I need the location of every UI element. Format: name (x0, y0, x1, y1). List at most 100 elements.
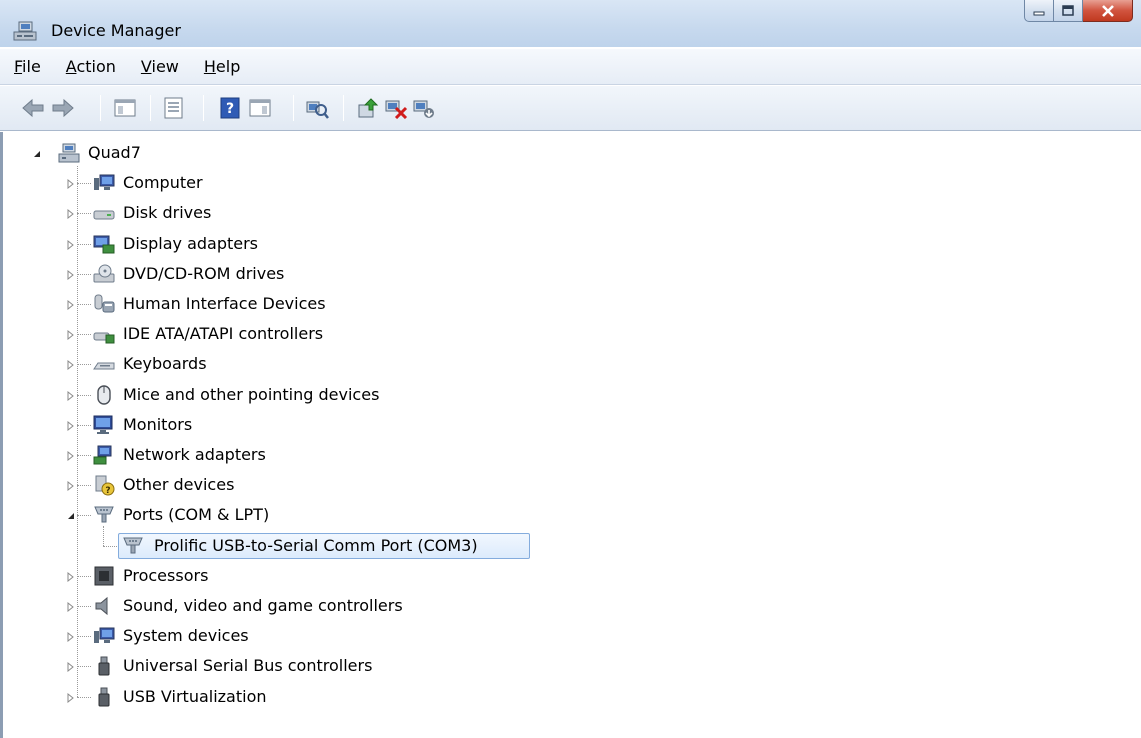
expander-universal-serial-bus-controllers[interactable] (65, 661, 77, 673)
minimize-button[interactable] (1024, 0, 1054, 22)
root-expander[interactable] (31, 148, 43, 160)
tree-root-label: Quad7 (88, 143, 141, 162)
expander-display-adapters[interactable] (65, 239, 77, 251)
close-button[interactable] (1083, 0, 1133, 22)
tree-item-label: Ports (COM & LPT) (123, 505, 270, 525)
show-hide-console-tree-button[interactable] (113, 96, 137, 120)
tree-item-label: Other devices (123, 475, 235, 495)
device-manager-icon (13, 21, 37, 41)
disable-icon (413, 100, 434, 118)
properties-icon (164, 97, 183, 119)
tree-item-label: USB Virtualization (123, 686, 267, 706)
collapsed-triangle-icon (67, 571, 74, 582)
expanded-triangle-icon (68, 513, 74, 520)
collapsed-triangle-icon (67, 239, 74, 250)
expander-system-devices[interactable] (65, 631, 77, 643)
help-button[interactable]: ? (218, 96, 242, 120)
close-icon (1101, 4, 1114, 17)
scan-hardware-button[interactable] (305, 96, 329, 120)
collapsed-triangle-icon (67, 451, 74, 461)
expander-human-interface-devices[interactable] (65, 299, 77, 311)
tree-child-label: Prolific USB-to-Serial Comm Port (COM3) (154, 535, 478, 555)
display-adapter-icon (93, 235, 115, 254)
collapsed-triangle-icon (67, 179, 74, 190)
update-driver-button[interactable] (357, 96, 381, 120)
uninstall-button[interactable] (384, 96, 408, 120)
expander-disk-drives[interactable] (65, 208, 77, 220)
usb-icon (98, 687, 110, 707)
properties-button[interactable] (162, 96, 186, 120)
tree-item-label: Monitors (123, 414, 193, 434)
expander-mice-and-other-pointing-devices[interactable] (65, 390, 77, 402)
dvd-drive-icon (93, 264, 115, 283)
collapsed-triangle-icon (67, 481, 74, 492)
maximize-icon (1062, 4, 1074, 16)
expander-other-devices[interactable] (65, 480, 77, 492)
show-hide-action-pane-button[interactable] (248, 96, 272, 120)
title-bar[interactable]: Device Manager (0, 0, 1141, 47)
tree-item-label: Mice and other pointing devices (123, 384, 380, 404)
collapsed-triangle-icon (67, 209, 74, 220)
collapsed-triangle-icon (67, 632, 74, 643)
collapsed-triangle-icon (67, 360, 74, 371)
expander-sound-video-and-game-controllers[interactable] (65, 601, 77, 613)
tree-item-label: IDE ATA/ATAPI controllers (123, 324, 324, 344)
tree-item-label: Network adapters (123, 445, 266, 464)
tree-item-label: Display adapters (123, 233, 259, 253)
tree-item-label: Sound, video and game controllers (123, 596, 403, 615)
disk-drive-icon (93, 210, 115, 220)
collapsed-triangle-icon (67, 269, 74, 280)
expander-ports-com-lpt[interactable] (65, 510, 77, 522)
collapsed-triangle-icon (67, 300, 74, 310)
expander-processors[interactable] (65, 571, 77, 583)
tree-item-label: Human Interface Devices (123, 294, 326, 313)
system-devices-icon (94, 627, 115, 644)
collapsed-triangle-icon (67, 390, 74, 401)
expander-dvd-cd-rom-drives[interactable] (65, 269, 77, 281)
arrow-right-icon (52, 98, 74, 118)
expander-monitors[interactable] (65, 420, 77, 432)
device-manager-window: Device Manager File Action View Help ? Q… (0, 0, 1141, 738)
menu-action[interactable]: Action (63, 55, 119, 78)
tree-item-label: Computer (123, 173, 203, 193)
sound-icon (95, 596, 108, 616)
usb-icon (98, 656, 110, 676)
network-adapter-icon (93, 445, 112, 465)
svg-text:?: ? (226, 101, 234, 117)
forward-button[interactable] (51, 96, 75, 120)
collapsed-triangle-icon (67, 662, 74, 673)
computer-icon (94, 174, 115, 191)
minimize-icon (1033, 11, 1045, 15)
svg-text:?: ? (105, 486, 110, 496)
tree-item-label: Keyboards (123, 354, 207, 374)
back-button[interactable] (21, 96, 45, 120)
scan-hardware-icon (306, 101, 329, 119)
menu-help[interactable]: Help (201, 55, 243, 78)
expander-usb-virtualization[interactable] (65, 692, 77, 704)
menu-view[interactable]: View (138, 55, 182, 78)
collapsed-triangle-icon (67, 330, 74, 341)
tree-item-label: Universal Serial Bus controllers (123, 656, 373, 676)
expander-computer[interactable] (65, 178, 77, 190)
maximize-button[interactable] (1054, 0, 1083, 22)
disable-button[interactable] (412, 96, 436, 120)
mouse-icon (97, 384, 111, 405)
tree-item-label: Processors (123, 565, 209, 585)
tree-item-label: Disk drives (123, 203, 212, 223)
tree-item-label: System devices (123, 626, 249, 646)
expander-keyboards[interactable] (65, 359, 77, 371)
window-title: Device Manager (51, 21, 181, 40)
window-controls (1024, 0, 1133, 40)
arrow-left-icon (22, 98, 44, 118)
console-tree-icon (114, 99, 136, 117)
ide-controller-icon (93, 332, 115, 344)
menu-bar: File Action View Help (0, 49, 1141, 85)
update-driver-icon (358, 98, 379, 118)
other-devices-icon: ? (95, 475, 115, 496)
device-tree[interactable]: Quad7 Computer Disk drives Display adapters… (0, 132, 1141, 738)
hid-icon (94, 294, 115, 313)
menu-file[interactable]: File (11, 55, 44, 78)
port-icon (94, 506, 114, 523)
expander-network-adapters[interactable] (65, 450, 77, 462)
expander-ide-ata-atapi-controllers[interactable] (65, 329, 77, 341)
